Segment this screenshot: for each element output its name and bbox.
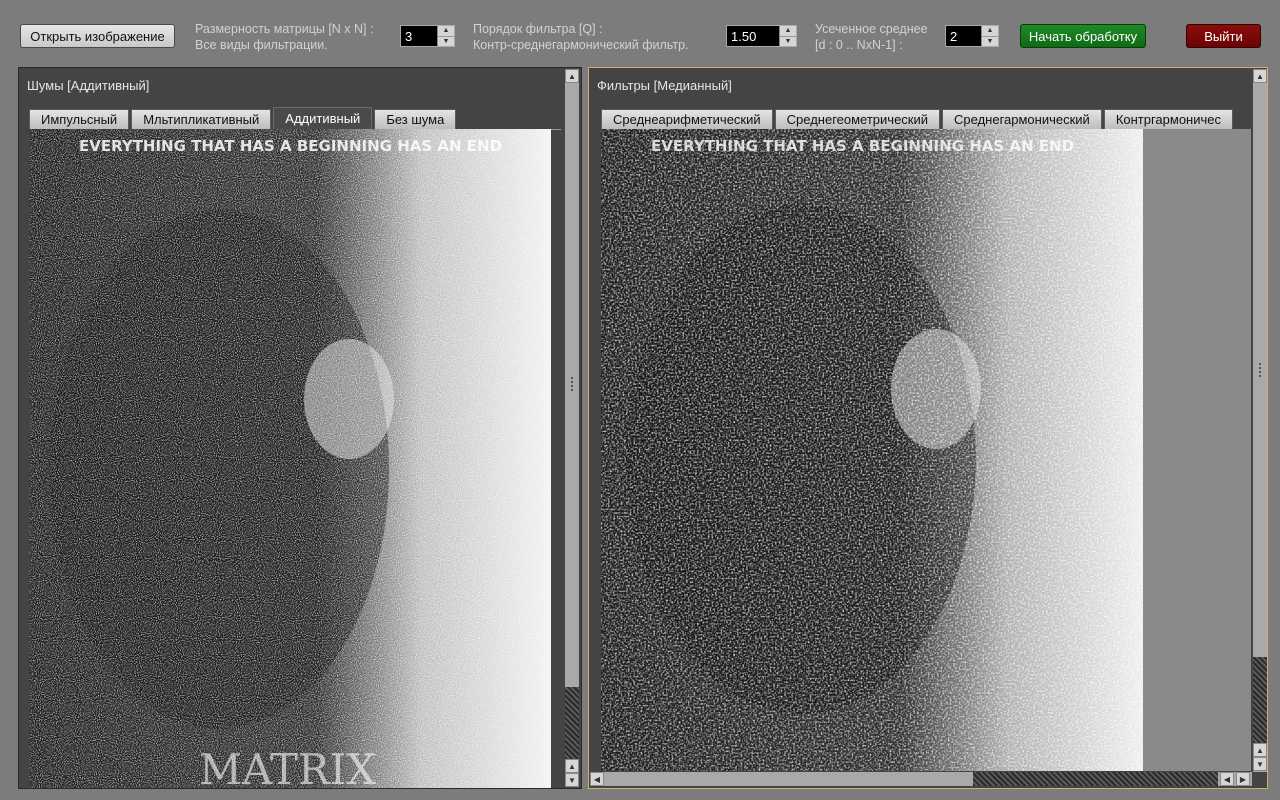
scroll-up-icon[interactable]: ▲ [1253, 743, 1267, 757]
tab-geometric-mean[interactable]: Среднегеометрический [774, 109, 941, 129]
scroll-left-icon[interactable]: ◀ [590, 772, 604, 786]
start-processing-button[interactable]: Начать обработку [1020, 24, 1146, 48]
matrix-size-label: Размерность матрицы [N x N] : [195, 22, 374, 36]
exit-button[interactable]: Выйти [1186, 24, 1261, 48]
trimmed-mean-label: Усеченное среднее [815, 22, 928, 36]
tab-additive[interactable]: Аддитивный [273, 107, 373, 129]
open-image-button[interactable]: Открыть изображение [20, 24, 175, 48]
splitter-grip-icon[interactable] [1259, 363, 1261, 377]
tab-arithmetic-mean[interactable]: Среднеарифметический [601, 109, 773, 129]
filter-panel-title: Фильтры [Медианный] [597, 78, 732, 93]
tab-impulse[interactable]: Импульсный [29, 109, 130, 129]
noise-tabs: Импульсный Мльтипликативный Аддитивный Б… [29, 107, 458, 129]
scroll-thumb[interactable] [565, 687, 579, 759]
trimmed-mean-stepper[interactable]: 2 ▲ ▼ [945, 25, 999, 47]
filter-order-value[interactable]: 1.50 [727, 26, 779, 46]
noisy-image: EVERYTHING THAT HAS A BEGINNING HAS AN E… [29, 129, 551, 788]
image-caption-text: EVERYTHING THAT HAS A BEGINNING HAS AN E… [651, 137, 1074, 155]
filtered-image: EVERYTHING THAT HAS A BEGINNING HAS AN E… [601, 129, 1143, 771]
filter-order-sublabel: Контр-среднегармонический фильтр. [473, 38, 689, 52]
filter-horizontal-scrollbar[interactable]: ◀ ◀ ▶ [590, 772, 1252, 786]
scroll-up-icon[interactable]: ▲ [565, 69, 579, 83]
trimmed-mean-sublabel: [d : 0 .. NxN-1] : [815, 38, 903, 52]
filter-order-label: Порядок фильтра [Q] : [473, 22, 603, 36]
image-logo-text: MATRIX [199, 745, 376, 788]
noise-panel: Шумы [Аддитивный] Импульсный Мльтипликат… [18, 67, 582, 789]
chevron-up-icon[interactable]: ▲ [982, 26, 998, 36]
splitter-grip-icon[interactable] [571, 377, 573, 391]
chevron-up-icon[interactable]: ▲ [438, 26, 454, 36]
tab-multiplicative[interactable]: Мльтипликативный [131, 109, 272, 129]
scroll-down-icon[interactable]: ▼ [565, 773, 579, 787]
chevron-up-icon[interactable]: ▲ [780, 26, 796, 36]
matrix-size-stepper[interactable]: 3 ▲ ▼ [400, 25, 455, 47]
matrix-size-sublabel: Все виды фильтрации. [195, 38, 328, 52]
scroll-down-icon[interactable]: ▼ [1253, 757, 1267, 771]
filter-vertical-scrollbar[interactable]: ▲ ▲ ▼ [1253, 69, 1267, 772]
scroll-up-icon[interactable]: ▲ [565, 759, 579, 773]
image-caption-text: EVERYTHING THAT HAS A BEGINNING HAS AN E… [79, 137, 502, 155]
chevron-down-icon[interactable]: ▼ [438, 35, 454, 47]
trimmed-mean-value[interactable]: 2 [946, 26, 981, 46]
scroll-right-icon[interactable]: ▶ [1236, 772, 1250, 786]
chevron-down-icon[interactable]: ▼ [982, 35, 998, 47]
matrix-size-value[interactable]: 3 [401, 26, 437, 46]
scroll-left-icon[interactable]: ◀ [1220, 772, 1234, 786]
filter-order-stepper[interactable]: 1.50 ▲ ▼ [726, 25, 797, 47]
filter-panel: Фильтры [Медианный] Среднеарифметический… [588, 67, 1268, 789]
filter-tabs: Среднеарифметический Среднегеометрически… [601, 109, 1235, 129]
chevron-down-icon[interactable]: ▼ [780, 35, 796, 47]
filtered-image-canvas: EVERYTHING THAT HAS A BEGINNING HAS AN E… [601, 129, 1143, 771]
noisy-image-canvas: EVERYTHING THAT HAS A BEGINNING HAS AN E… [29, 129, 551, 788]
tab-contraharmonic[interactable]: Контргармоничес [1103, 109, 1234, 129]
scroll-thumb[interactable] [1253, 657, 1267, 743]
noise-panel-title: Шумы [Аддитивный] [27, 78, 150, 93]
scroll-up-icon[interactable]: ▲ [1253, 69, 1267, 83]
tab-harmonic-mean[interactable]: Среднегармонический [942, 109, 1102, 129]
noise-vertical-scrollbar[interactable]: ▲ ▲ ▼ [565, 69, 579, 787]
tab-no-noise[interactable]: Без шума [374, 109, 457, 129]
scroll-thumb[interactable] [973, 772, 1218, 786]
